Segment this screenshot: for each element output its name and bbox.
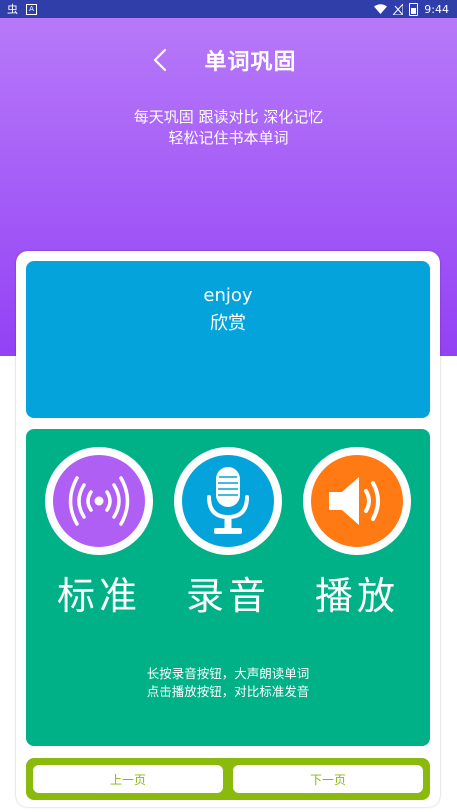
standard-inner bbox=[53, 455, 145, 547]
subtitle-line-1: 每天巩固 跟读对比 深化记忆 bbox=[133, 108, 324, 126]
title-bar: 单词巩固 bbox=[0, 44, 457, 76]
notification-bug-icon: 虫 bbox=[7, 3, 18, 16]
broadcast-icon bbox=[68, 476, 130, 526]
action-panel: 标准 录音 播放 长按录音按钮，大声朗读单词 点击播放按钮，对比标准发音 bbox=[26, 429, 430, 746]
play-inner bbox=[311, 455, 403, 547]
page-title: 单词巩固 bbox=[204, 50, 297, 75]
record-circle bbox=[174, 447, 282, 555]
speaker-icon bbox=[329, 477, 380, 525]
play-circle bbox=[303, 447, 411, 555]
prev-page-button[interactable]: 上一页 bbox=[33, 765, 223, 793]
word-english: enjoy bbox=[203, 285, 253, 306]
signal-off-icon bbox=[393, 3, 404, 15]
practice-card: enjoy 欣赏 标准 录音 播放 长按录音按钮，大声朗读单词 点击播放按钮，对… bbox=[16, 251, 440, 807]
record-button[interactable]: 录音 bbox=[173, 447, 283, 620]
next-page-button[interactable]: 下一页 bbox=[233, 765, 423, 793]
notification-a-icon: A bbox=[26, 3, 37, 15]
status-time: 9:44 bbox=[424, 2, 449, 16]
standard-label: 标准 bbox=[56, 574, 141, 618]
standard-circle bbox=[45, 447, 153, 555]
hint-line-1: 长按录音按钮，大声朗读单词 bbox=[146, 666, 310, 681]
play-button[interactable]: 播放 bbox=[302, 447, 412, 620]
word-chinese: 欣赏 bbox=[210, 313, 246, 334]
play-label: 播放 bbox=[314, 574, 399, 618]
hint-line-2: 点击播放按钮，对比标准发音 bbox=[146, 684, 310, 699]
record-label: 录音 bbox=[185, 574, 270, 618]
status-bar: 虫 A 9:44 bbox=[0, 0, 457, 18]
nav-panel: 上一页 下一页 bbox=[26, 758, 430, 800]
back-chevron-icon[interactable] bbox=[150, 48, 170, 72]
word-panel: enjoy 欣赏 bbox=[26, 261, 430, 418]
battery-icon bbox=[409, 2, 419, 16]
standard-button[interactable]: 标准 bbox=[44, 447, 154, 620]
microphone-icon bbox=[207, 467, 249, 534]
subtitle-line-2: 轻松记住书本单词 bbox=[168, 129, 289, 147]
wifi-icon bbox=[374, 4, 388, 14]
record-inner bbox=[182, 455, 274, 547]
